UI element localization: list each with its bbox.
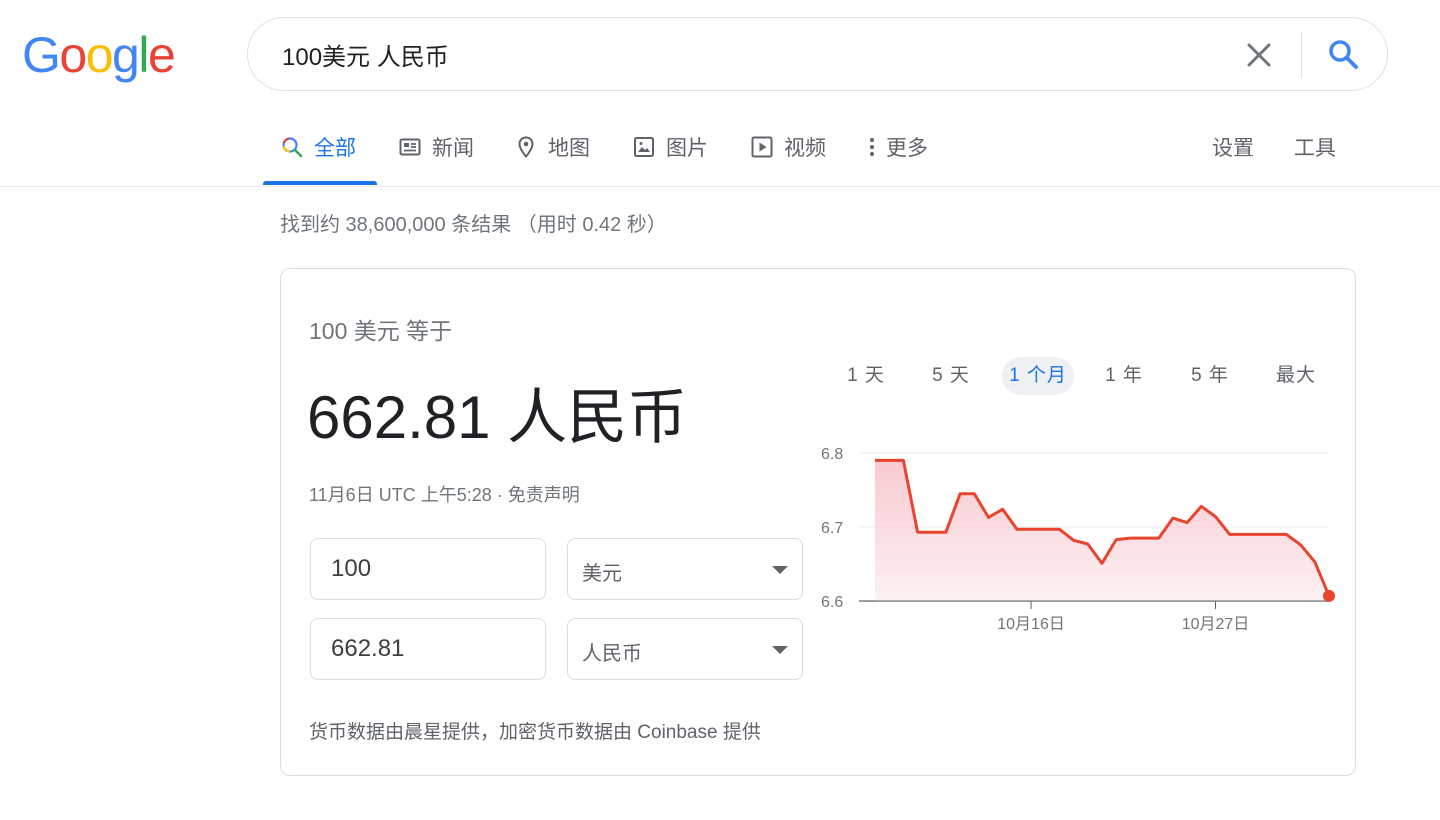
active-tab-indicator — [263, 181, 377, 185]
conversion-label: 100 美元 等于 — [309, 318, 453, 344]
news-icon — [398, 135, 422, 159]
range-5-day[interactable]: 5 天 — [922, 357, 980, 395]
timestamp-disclaimer[interactable]: 11月6日 UTC 上午5:28 · 免责声明 — [309, 481, 580, 507]
search-input[interactable] — [282, 36, 1222, 72]
search-divider — [1301, 32, 1302, 78]
logo-letter: g — [112, 27, 140, 83]
tab-all[interactable]: 全部 — [280, 132, 356, 162]
google-logo[interactable]: Google — [22, 27, 176, 83]
data-source-note: 货币数据由晨星提供，加密货币数据由 Coinbase 提供 — [309, 722, 761, 743]
video-icon — [750, 135, 774, 159]
search-box — [247, 17, 1388, 91]
range-1-day[interactable]: 1 天 — [837, 357, 895, 395]
y-tick-label: 6.8 — [821, 446, 843, 463]
tab-news[interactable]: 新闻 — [398, 132, 474, 162]
conversion-result: 662.81 人民币 — [307, 384, 688, 451]
logo-letter: G — [22, 27, 61, 83]
tab-label: 图片 — [666, 137, 708, 160]
tab-maps[interactable]: 地图 — [514, 132, 590, 162]
y-tick-label: 6.7 — [821, 520, 843, 537]
y-tick-label: 6.6 — [821, 594, 843, 611]
from-currency-select[interactable]: 美元 — [567, 538, 803, 600]
exchange-rate-chart[interactable]: 6.8 6.7 6.6 10月16日 10月27日 — [821, 429, 1341, 649]
close-icon[interactable] — [1242, 38, 1276, 72]
tab-label: 更多 — [886, 137, 928, 160]
x-tick-label: 10月16日 — [997, 616, 1065, 633]
logo-letter: o — [85, 27, 114, 83]
tab-label: 地图 — [548, 137, 590, 160]
tab-more[interactable]: 更多 — [866, 132, 928, 162]
search-tabs: 全部 新闻 地图 图片 视频 更多 设置 工具 — [0, 120, 1440, 187]
tab-videos[interactable]: 视频 — [750, 132, 826, 162]
map-pin-icon — [514, 135, 538, 159]
image-icon — [632, 135, 656, 159]
to-currency-label: 人民币 — [582, 643, 642, 665]
range-1-month[interactable]: 1 个月 — [1002, 357, 1074, 395]
dropdown-arrow-icon — [772, 566, 788, 574]
settings-link[interactable]: 设置 — [1212, 132, 1254, 162]
x-tick-label: 10月27日 — [1182, 616, 1250, 633]
to-currency-select[interactable]: 人民币 — [567, 618, 803, 680]
to-amount-input[interactable] — [310, 618, 546, 680]
range-5-year[interactable]: 5 年 — [1181, 357, 1239, 395]
tab-label: 新闻 — [432, 137, 474, 160]
tab-images[interactable]: 图片 — [632, 132, 708, 162]
tab-label: 视频 — [784, 137, 826, 160]
currency-converter-card: 100 美元 等于 662.81 人民币 11月6日 UTC 上午5:28 · … — [280, 268, 1356, 776]
more-vert-icon — [866, 135, 878, 159]
last-point-marker — [1323, 589, 1335, 602]
from-currency-label: 美元 — [582, 563, 622, 585]
search-icon[interactable] — [1324, 36, 1362, 74]
search-icon — [280, 135, 304, 159]
logo-letter: l — [138, 27, 149, 83]
result-stats: 找到约 38,600,000 条结果 （用时 0.42 秒） — [280, 214, 667, 236]
logo-letter: e — [147, 27, 176, 83]
from-amount-input[interactable] — [310, 538, 546, 600]
tools-link[interactable]: 工具 — [1294, 132, 1336, 162]
dropdown-arrow-icon — [772, 646, 788, 654]
range-1-year[interactable]: 1 年 — [1095, 357, 1153, 395]
logo-letter: o — [59, 27, 87, 83]
range-max[interactable]: 最大 — [1267, 357, 1325, 395]
tab-label: 全部 — [314, 137, 356, 160]
